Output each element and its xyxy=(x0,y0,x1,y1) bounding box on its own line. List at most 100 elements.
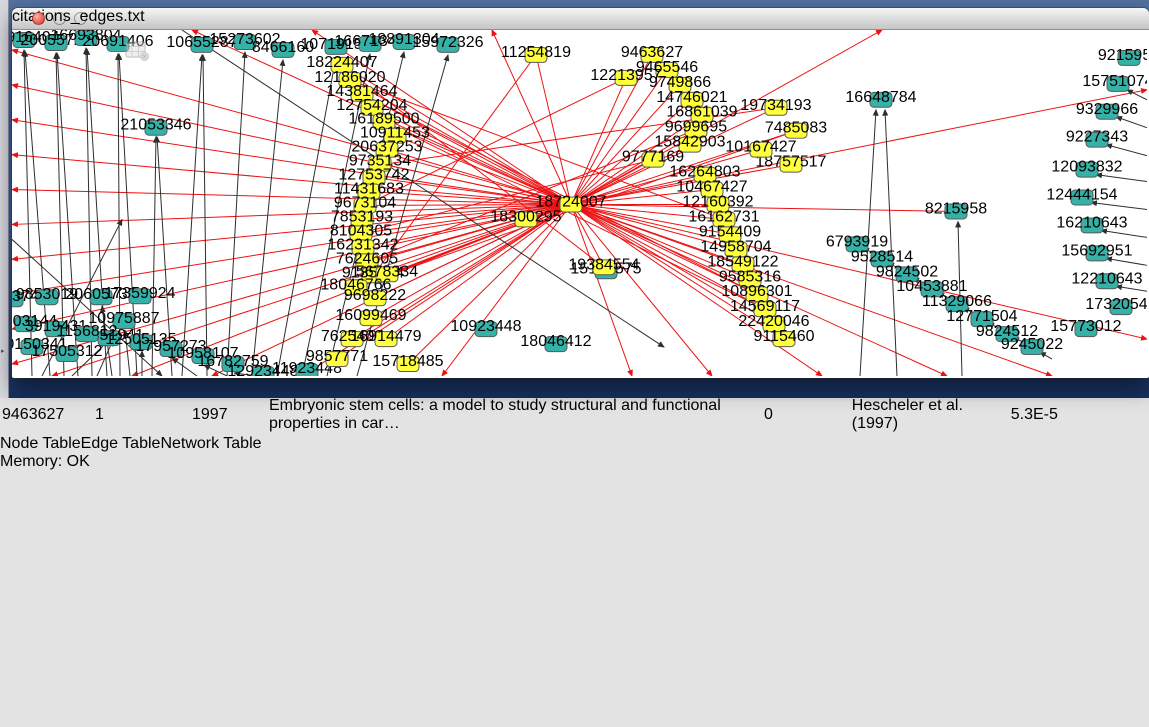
graph-node[interactable]: 15751074 xyxy=(1082,73,1147,91)
graph-node[interactable]: 9329966 xyxy=(1076,101,1138,119)
graph-node[interactable]: 12210643 xyxy=(1071,270,1142,288)
minimize-window-icon[interactable] xyxy=(53,12,66,25)
screen-left-edge: ▸ xyxy=(0,0,9,398)
cell-title[interactable]: Embryonic stem cells: a model to study s… xyxy=(269,397,762,433)
svg-text:15751074: 15751074 xyxy=(1082,73,1147,90)
graph-edge[interactable] xyxy=(227,52,245,376)
graph-node[interactable]: 16099469 xyxy=(335,307,406,325)
graph-node[interactable]: 12093832 xyxy=(1051,159,1122,177)
cell-in_degree[interactable]: 1 xyxy=(95,397,190,433)
graph-edge[interactable] xyxy=(571,204,632,376)
graph-node[interactable]: 15972326 xyxy=(412,34,483,52)
svg-text:8215958: 8215958 xyxy=(925,200,987,217)
status-bar: Memory: OK xyxy=(0,453,1149,471)
graph-node[interactable]: 9698222 xyxy=(344,287,406,305)
table-type-tabs: Node TableEdge TableNetwork Table xyxy=(0,435,1149,453)
graph-node[interactable]: 18046412 xyxy=(520,333,591,351)
svg-text:7485083: 7485083 xyxy=(765,120,827,137)
svg-text:17505312: 17505312 xyxy=(31,343,102,360)
close-window-icon[interactable] xyxy=(32,12,45,25)
svg-text:9857771: 9857771 xyxy=(306,348,368,365)
svg-text:9698222: 9698222 xyxy=(344,287,406,304)
graph-node[interactable]: 9115460 xyxy=(753,328,814,346)
svg-text:16099469: 16099469 xyxy=(335,307,406,324)
graph-node[interactable]: 17505312 xyxy=(31,343,102,361)
cell-year[interactable]: 1997 xyxy=(192,397,267,433)
graph-edge[interactable] xyxy=(12,50,571,205)
cell-out_degree[interactable]: 0 xyxy=(764,397,850,433)
svg-text:15773012: 15773012 xyxy=(1050,318,1121,335)
svg-text:18046412: 18046412 xyxy=(520,333,591,350)
svg-text:10167427: 10167427 xyxy=(725,139,796,156)
graph-edge[interactable] xyxy=(1101,230,1147,237)
cell-name[interactable]: 9463627 xyxy=(2,397,93,433)
svg-text:15718485: 15718485 xyxy=(372,353,443,370)
tab-node-table[interactable]: Node Table xyxy=(0,435,81,452)
graph-edge[interactable] xyxy=(252,60,283,376)
graph-node[interactable]: 9245022 xyxy=(1001,336,1063,354)
graph-node[interactable]: 10167427 xyxy=(725,139,796,157)
svg-text:12444154: 12444154 xyxy=(1046,187,1117,204)
graph-edge[interactable] xyxy=(1106,258,1147,265)
svg-text:21053346: 21053346 xyxy=(120,117,191,134)
graph-node[interactable]: 17320544 xyxy=(1085,296,1147,314)
graph-edge[interactable] xyxy=(12,204,571,294)
svg-text:12210643: 12210643 xyxy=(1071,270,1142,287)
window-titlebar[interactable]: citations_edges.txt xyxy=(12,8,1149,30)
svg-text:9215958: 9215958 xyxy=(1098,47,1147,64)
svg-text:9115460: 9115460 xyxy=(753,328,814,345)
graph-node[interactable]: 15718485 xyxy=(372,353,443,371)
svg-text:17320544: 17320544 xyxy=(1085,296,1147,313)
graph-node[interactable]: 18300295 xyxy=(490,208,561,226)
graph-node[interactable]: 9857771 xyxy=(306,348,368,366)
graph-node[interactable]: 17359924 xyxy=(104,285,175,303)
svg-text:9329966: 9329966 xyxy=(1076,101,1138,118)
graph-node[interactable]: 11254819 xyxy=(501,44,571,62)
graph-node[interactable]: 16210643 xyxy=(1056,214,1127,232)
svg-text:15692951: 15692951 xyxy=(1061,242,1132,259)
memory-status-label: Memory: OK xyxy=(0,453,90,470)
graph-node[interactable]: 19384554 xyxy=(568,256,639,274)
graph-node[interactable]: 9227343 xyxy=(1066,129,1128,147)
svg-text:15972326: 15972326 xyxy=(412,34,483,51)
cell-short[interactable]: Hescheler et al. (1997) xyxy=(852,397,1009,433)
tab-network-table[interactable]: Network Table xyxy=(160,435,261,452)
network-canvas: 1891640420055724166938042069140610655287… xyxy=(12,30,1147,376)
svg-text:16914479: 16914479 xyxy=(350,328,421,345)
graph-edge[interactable] xyxy=(1106,145,1147,156)
cell-pagerank[interactable]: 5.3E-5 xyxy=(1011,397,1101,433)
table-row[interactable]: 946362711997Embryonic stem cells: a mode… xyxy=(2,397,1101,433)
network-window: citations_edges.txt 18916404200557241669… xyxy=(12,8,1149,378)
graph-edge[interactable] xyxy=(1091,203,1147,210)
graph-node[interactable]: 16914479 xyxy=(350,328,421,346)
graph-node[interactable]: 9215958 xyxy=(1098,47,1147,65)
graph-node[interactable]: 12444154 xyxy=(1046,187,1117,205)
zoom-window-icon[interactable] xyxy=(74,12,87,25)
graph-node[interactable]: 7485083 xyxy=(765,120,827,138)
graph-edge[interactable] xyxy=(1096,175,1147,182)
graph-node[interactable]: 8215958 xyxy=(925,200,987,218)
desktop-background: ▸ citations_edges.txt 189164042005572416… xyxy=(0,0,1149,398)
traffic-lights xyxy=(32,12,87,25)
svg-text:16210643: 16210643 xyxy=(1056,214,1127,231)
graph-node[interactable]: 16648784 xyxy=(845,89,916,107)
svg-text:9245022: 9245022 xyxy=(1001,336,1063,353)
graph-node[interactable]: 21053346 xyxy=(120,117,191,135)
tab-edge-table[interactable]: Edge Table xyxy=(81,435,161,452)
graph-node[interactable]: 19734193 xyxy=(740,97,811,115)
network-view[interactable]: 1891640420055724166938042069140610655287… xyxy=(12,30,1149,381)
window-title: citations_edges.txt xyxy=(12,8,1149,26)
graph-node[interactable]: 12213957 xyxy=(590,67,661,85)
svg-text:10923448: 10923448 xyxy=(450,318,521,335)
graph-edge[interactable] xyxy=(1116,117,1147,128)
panel-resize-marker: ▸ xyxy=(1,348,7,355)
graph-node[interactable]: 10923448 xyxy=(450,318,521,336)
graph-node[interactable]: 15692951 xyxy=(1061,242,1132,260)
svg-text:16648784: 16648784 xyxy=(845,89,916,106)
graph-edge[interactable] xyxy=(571,204,712,376)
graph-edge[interactable] xyxy=(571,204,1052,376)
graph-node[interactable]: 15773012 xyxy=(1050,318,1121,336)
svg-text:17359924: 17359924 xyxy=(104,285,175,302)
svg-text:18300295: 18300295 xyxy=(490,208,561,225)
svg-text:12213957: 12213957 xyxy=(590,67,661,84)
